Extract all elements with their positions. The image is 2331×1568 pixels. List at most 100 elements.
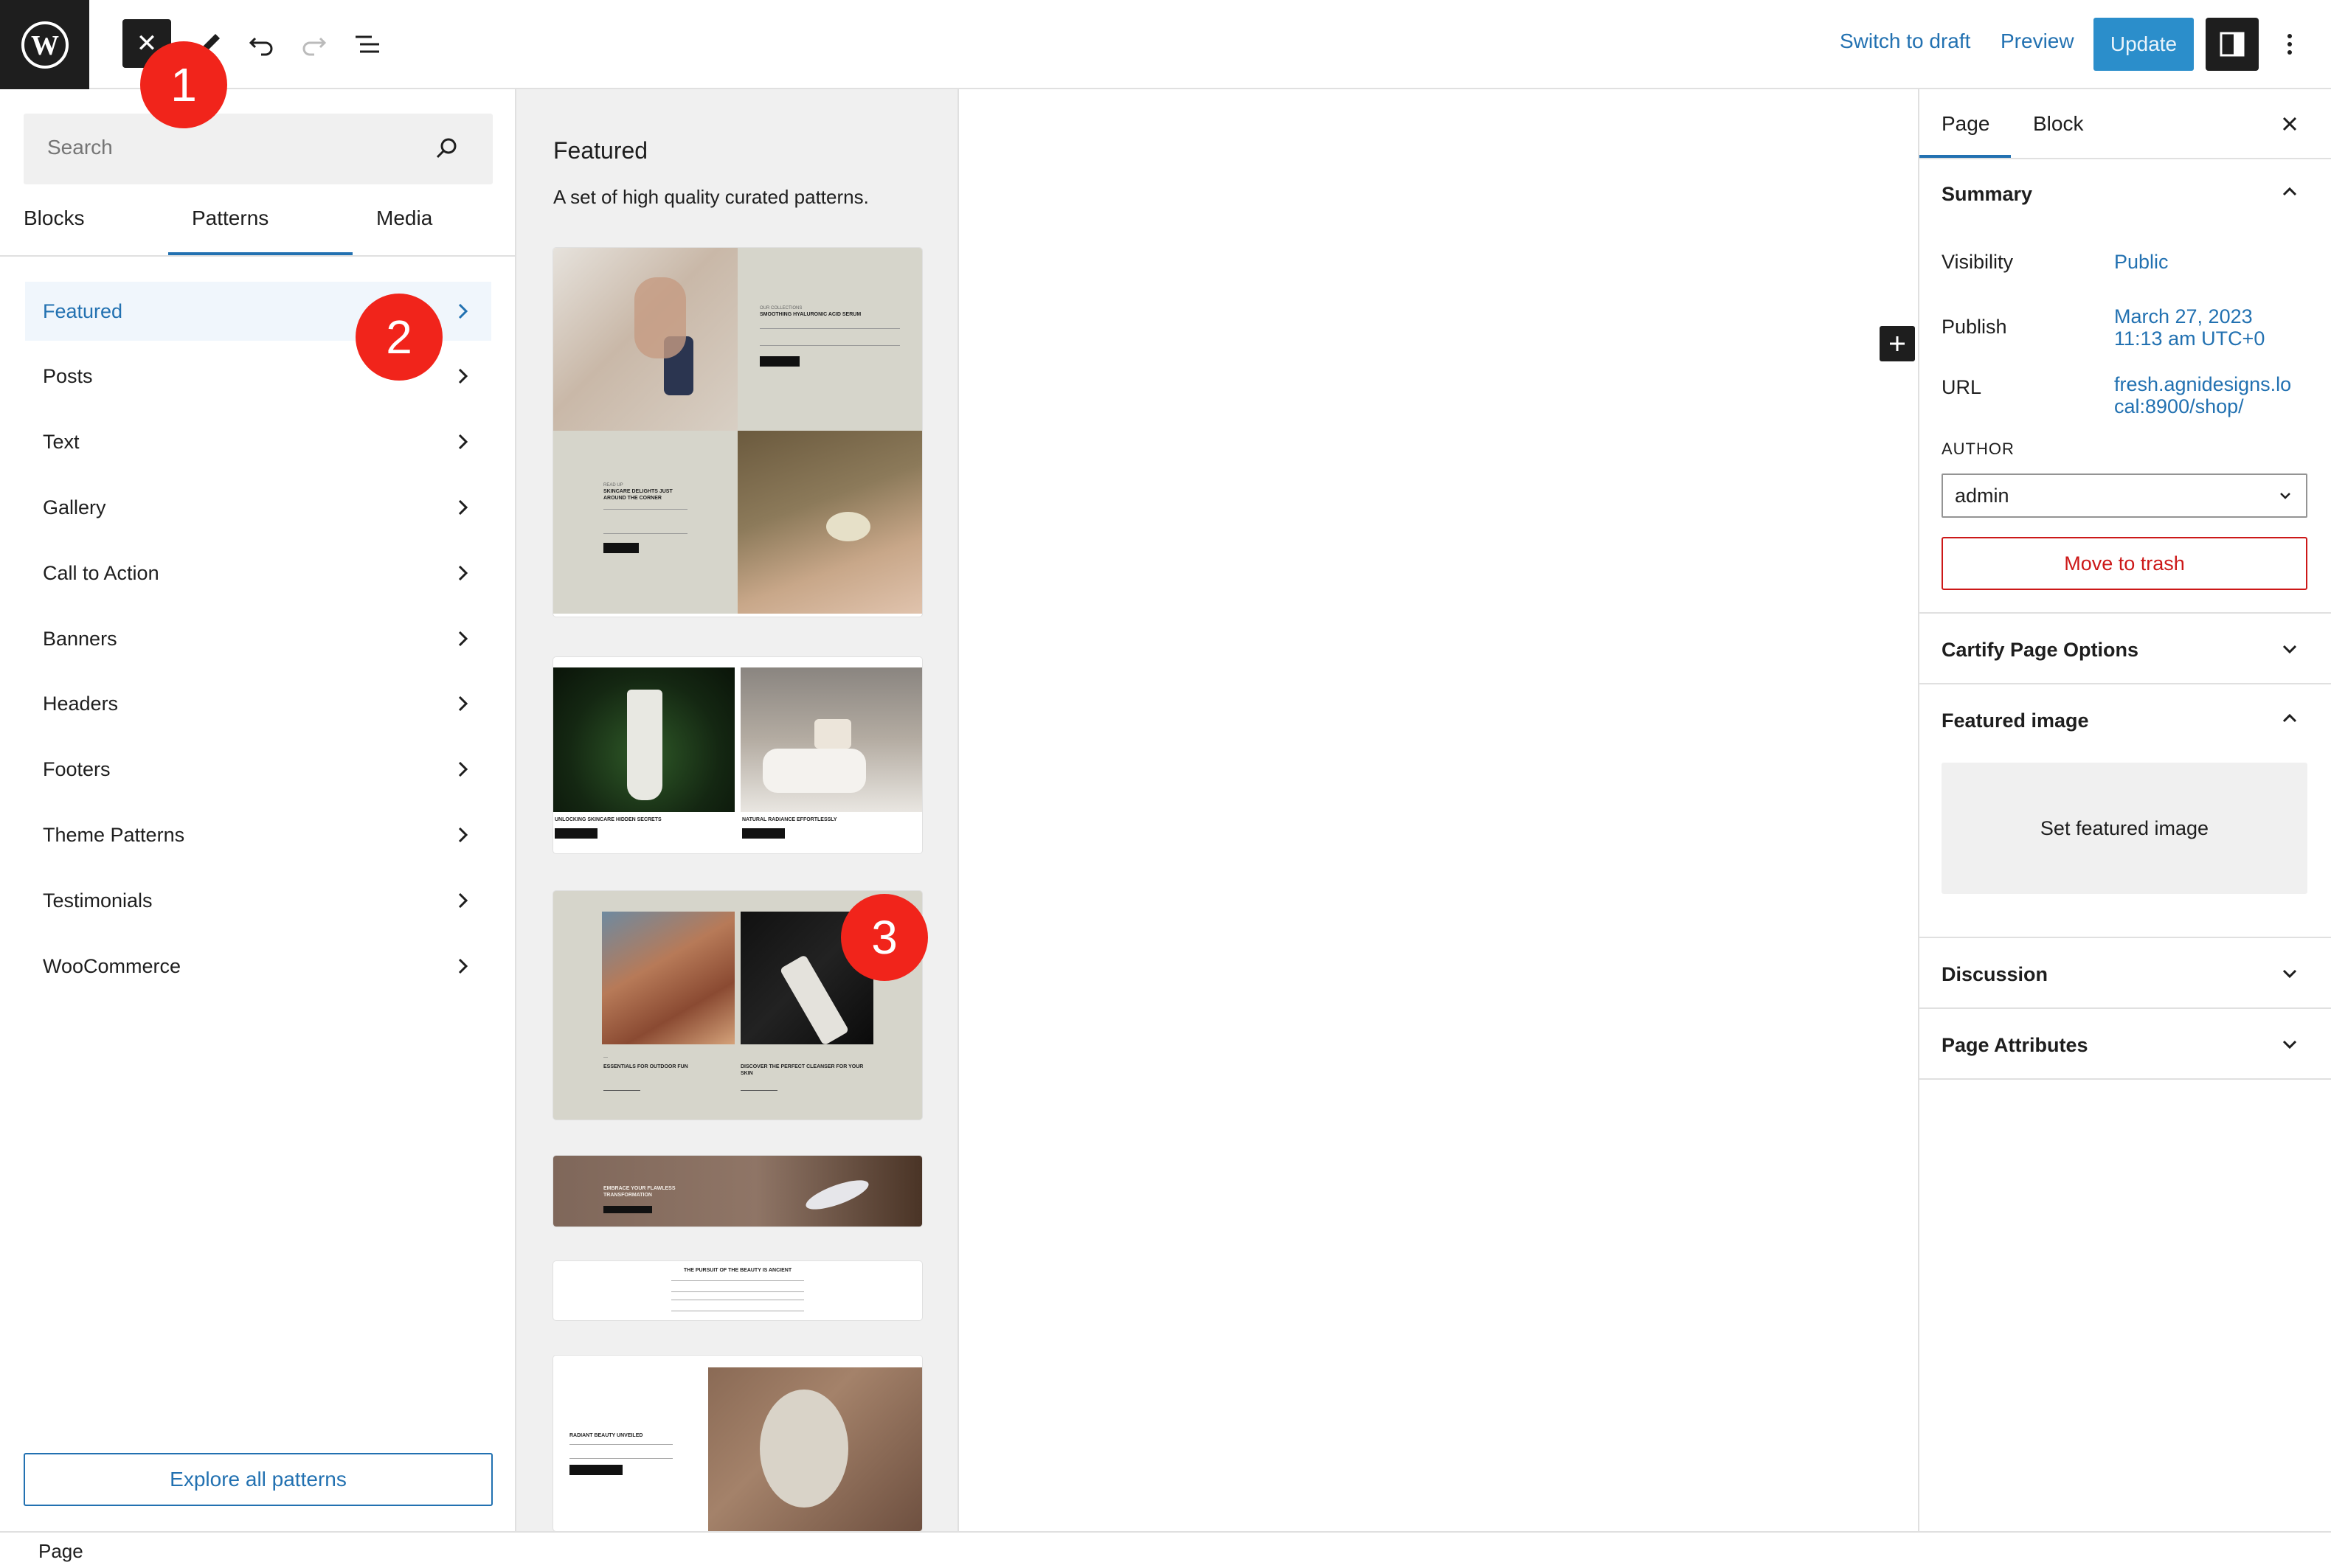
switch-to-draft-button[interactable]: Switch to draft — [1840, 30, 1970, 53]
pattern-card-1[interactable]: OUR COLLECTIONS SMOOTHING HYALURONIC ACI… — [553, 248, 922, 617]
tab-block[interactable]: Block — [2033, 112, 2083, 136]
editor-canvas[interactable] — [959, 89, 1918, 1531]
add-block-button[interactable] — [1880, 326, 1915, 361]
editor-footer: Page — [0, 1531, 2331, 1568]
svg-text:W: W — [31, 30, 59, 61]
annotation-badge-1: 1 — [140, 41, 227, 128]
document-overview-button[interactable] — [345, 22, 389, 66]
chevron-right-icon — [458, 761, 468, 777]
tabs-divider — [0, 255, 516, 257]
category-theme-patterns[interactable]: Theme Patterns — [25, 805, 491, 864]
sidebar-icon — [2220, 32, 2245, 57]
category-headers[interactable]: Headers — [25, 674, 491, 733]
update-button[interactable]: Update — [2093, 18, 2194, 71]
block-editor: W ✕ Switch to draft Preview Update Searc… — [0, 0, 2331, 1568]
category-banners[interactable]: Banners — [25, 609, 491, 668]
plus-icon — [1890, 336, 1905, 351]
annotation-badge-3: 3 — [841, 894, 928, 981]
discussion-panel-toggle[interactable]: Discussion — [1942, 963, 2048, 986]
tab-blocks[interactable]: Blocks — [24, 207, 84, 230]
redo-button[interactable] — [292, 22, 336, 66]
more-vertical-icon — [2287, 34, 2292, 55]
redo-icon — [302, 37, 327, 56]
tab-page[interactable]: Page — [1942, 112, 1989, 136]
pattern-card-6[interactable]: RADIANT BEAUTY UNVEILED — [553, 1356, 922, 1531]
pattern-heading: RADIANT BEAUTY UNVEILED — [569, 1433, 643, 1438]
undo-button[interactable] — [239, 22, 283, 66]
annotation-badge-2: 2 — [356, 294, 443, 381]
divider — [1919, 683, 2331, 684]
author-select[interactable]: admin — [1942, 473, 2307, 518]
page-attributes-panel-toggle[interactable]: Page Attributes — [1942, 1034, 2088, 1057]
pattern-image — [741, 667, 922, 812]
pattern-image — [602, 912, 735, 1044]
category-label: Posts — [43, 364, 93, 387]
chevron-up-icon — [2282, 187, 2297, 196]
move-to-trash-button[interactable]: Move to trash — [1942, 537, 2307, 590]
category-call-to-action[interactable]: Call to Action — [25, 544, 491, 603]
pattern-heading: EMBRACE YOUR FLAWLESS TRANSFORMATION — [603, 1186, 676, 1198]
set-featured-image-button[interactable]: Set featured image — [1942, 763, 2307, 894]
pattern-card-5[interactable]: THE PURSUIT OF THE BEAUTY IS ANCIENT — [553, 1261, 922, 1320]
category-label: Testimonials — [43, 889, 153, 912]
pattern-caption: UNLOCKING SKINCARE HIDDEN SECRETS — [555, 817, 662, 822]
pattern-card-2[interactable]: UNLOCKING SKINCARE HIDDEN SECRETS NATURA… — [553, 657, 922, 853]
category-testimonials[interactable]: Testimonials — [25, 871, 491, 930]
category-woocommerce[interactable]: WooCommerce — [25, 937, 491, 996]
chevron-right-icon — [458, 303, 468, 319]
pattern-heading: SMOOTHING HYALURONIC ACID SERUM — [760, 312, 862, 317]
featured-image-panel-toggle[interactable]: Featured image — [1942, 710, 2089, 732]
divider — [1919, 1078, 2331, 1080]
pattern-heading: SKINCARE DELIGHTS JUST AROUND THE CORNER — [603, 489, 673, 501]
pattern-text-block: OUR COLLECTIONS SMOOTHING HYALURONIC ACI… — [738, 248, 922, 431]
search-input[interactable]: Search — [47, 136, 113, 159]
pattern-tag: READ UP — [603, 483, 623, 488]
pattern-image — [708, 1367, 922, 1531]
wordpress-icon: W — [21, 21, 69, 69]
pattern-heading: THE PURSUIT OF THE BEAUTY IS ANCIENT — [683, 1268, 792, 1273]
preview-button[interactable]: Preview — [2001, 30, 2074, 53]
category-footers[interactable]: Footers — [25, 740, 491, 799]
publish-label: Publish — [1942, 316, 2007, 338]
category-label: Featured — [43, 299, 123, 322]
cartify-panel-toggle[interactable]: Cartify Page Options — [1942, 639, 2138, 662]
tab-media[interactable]: Media — [376, 207, 432, 230]
category-gallery[interactable]: Gallery — [25, 478, 491, 537]
pattern-caption: DISCOVER THE PERFECT CLEANSER FOR YOUR S… — [741, 1064, 864, 1076]
chevron-right-icon — [458, 958, 468, 974]
pattern-caption: ESSENTIALS FOR OUTDOOR FUN — [603, 1064, 688, 1069]
category-label: WooCommerce — [43, 954, 181, 977]
divider — [1919, 937, 2331, 938]
breadcrumb[interactable]: Page — [38, 1540, 83, 1563]
close-settings-button[interactable] — [2278, 112, 2301, 136]
visibility-toggle[interactable]: Public — [2114, 251, 2169, 273]
options-menu-button[interactable] — [2268, 22, 2312, 66]
category-text[interactable]: Text — [25, 412, 491, 471]
undo-icon — [249, 37, 273, 56]
pattern-image — [803, 1174, 872, 1215]
explore-all-patterns-button[interactable]: Explore all patterns — [24, 1453, 493, 1506]
tab-patterns[interactable]: Patterns — [192, 207, 269, 230]
category-label: Gallery — [43, 496, 106, 518]
chevron-up-icon — [2282, 713, 2297, 723]
pattern-text-block: READ UP SKINCARE DELIGHTS JUST AROUND TH… — [553, 431, 738, 614]
pattern-tag: OUR COLLECTIONS — [760, 306, 803, 311]
pattern-category-title: Featured — [553, 137, 648, 164]
url-toggle[interactable]: fresh.agnidesigns.lo cal:8900/shop/ — [2114, 373, 2291, 417]
inserter-search[interactable]: Search — [24, 114, 493, 184]
divider — [1919, 158, 2331, 159]
publish-date-toggle[interactable]: March 27, 2023 11:13 am UTC+0 — [2114, 305, 2265, 350]
settings-sidebar-toggle[interactable] — [2206, 18, 2259, 71]
pattern-caption: NATURAL RADIANCE EFFORTLESSLY — [742, 817, 837, 822]
url-line: fresh.agnidesigns.lo — [2114, 373, 2292, 395]
author-label: AUTHOR — [1942, 440, 2015, 458]
category-label: Headers — [43, 692, 119, 715]
pattern-card-4[interactable]: EMBRACE YOUR FLAWLESS TRANSFORMATION — [553, 1156, 922, 1227]
divider — [1919, 612, 2331, 614]
chevron-down-icon — [2282, 969, 2297, 979]
wordpress-logo-button[interactable]: W — [0, 0, 89, 89]
summary-panel-toggle[interactable]: Summary — [1942, 183, 2032, 206]
chevron-right-icon — [458, 499, 468, 516]
chevron-right-icon — [458, 892, 468, 909]
visibility-label: Visibility — [1942, 251, 2014, 273]
